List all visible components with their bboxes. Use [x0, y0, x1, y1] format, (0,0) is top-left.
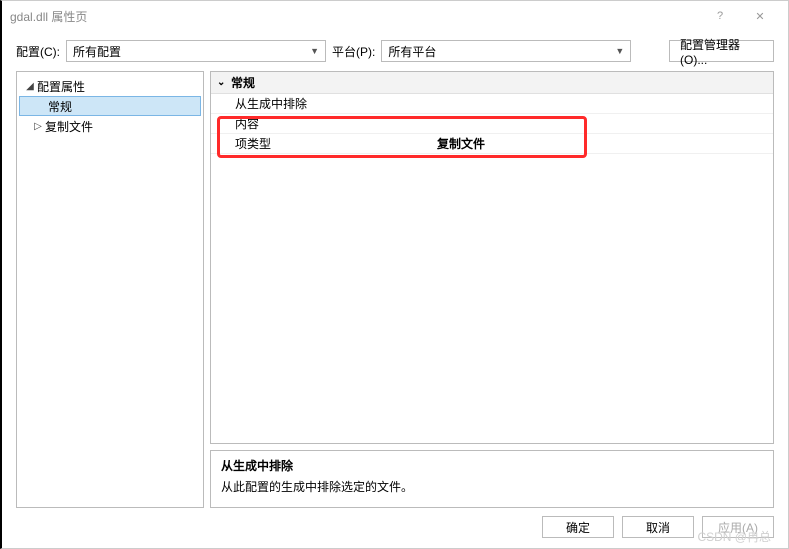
tree-node-config-props[interactable]: ◢ 配置属性 — [17, 76, 203, 96]
collapse-icon[interactable]: ◢ — [23, 81, 37, 92]
grid-row[interactable]: 项类型 复制文件 — [211, 134, 773, 154]
grid-label: 项类型 — [211, 135, 431, 152]
description-body: 从此配置的生成中排除选定的文件。 — [221, 478, 763, 495]
tree-node-general[interactable]: 常规 — [19, 96, 201, 116]
platform-combo[interactable]: 所有平台 ▼ — [381, 40, 631, 62]
config-manager-button[interactable]: 配置管理器(O)... — [669, 40, 774, 62]
grid-row[interactable]: 内容 — [211, 114, 773, 134]
grid-section-header[interactable]: ⌄ 常规 — [211, 72, 773, 94]
description-title: 从生成中排除 — [221, 457, 763, 474]
config-toolbar: 配置(C): 所有配置 ▼ 平台(P): 所有平台 ▼ 配置管理器(O)... — [2, 37, 788, 65]
window-title: gdal.dll 属性页 — [10, 8, 87, 25]
platform-combo-value: 所有平台 — [388, 43, 436, 60]
dialog-footer: 确定 取消 应用(A) — [2, 512, 788, 548]
chevron-down-icon: ▼ — [615, 46, 624, 56]
expand-icon[interactable]: ▷ — [31, 121, 45, 132]
config-combo[interactable]: 所有配置 ▼ — [66, 40, 326, 62]
description-panel: 从生成中排除 从此配置的生成中排除选定的文件。 — [210, 450, 774, 508]
grid-label: 从生成中排除 — [211, 95, 431, 112]
collapse-icon[interactable]: ⌄ — [217, 77, 231, 88]
grid-row[interactable]: 从生成中排除 — [211, 94, 773, 114]
help-icon[interactable]: ? — [700, 10, 740, 22]
title-bar: gdal.dll 属性页 ? ✕ — [2, 1, 788, 31]
apply-button: 应用(A) — [702, 516, 774, 538]
property-grid: ⌄ 常规 从生成中排除 内容 项类型 复制文件 — [210, 71, 774, 444]
tree-node-copyfile[interactable]: ▷ 复制文件 — [17, 116, 203, 136]
ok-button[interactable]: 确定 — [542, 516, 614, 538]
cancel-button[interactable]: 取消 — [622, 516, 694, 538]
config-combo-value: 所有配置 — [73, 43, 121, 60]
nav-tree[interactable]: ◢ 配置属性 常规 ▷ 复制文件 — [16, 71, 204, 508]
main-area: ◢ 配置属性 常规 ▷ 复制文件 ⌄ 常规 从生成中排除 内容 — [2, 65, 788, 512]
grid-value[interactable]: 复制文件 — [431, 135, 773, 152]
chevron-down-icon: ▼ — [310, 46, 319, 56]
config-label: 配置(C): — [16, 43, 60, 60]
close-icon[interactable]: ✕ — [740, 10, 780, 23]
platform-label: 平台(P): — [332, 43, 375, 60]
grid-label: 内容 — [211, 115, 431, 132]
